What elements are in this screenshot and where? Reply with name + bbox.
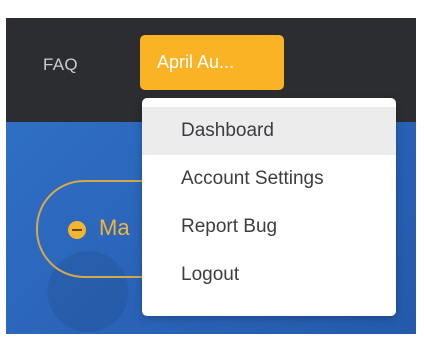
menu-item-logout[interactable]: Logout (142, 251, 396, 299)
menu-item-report-bug[interactable]: Report Bug (142, 203, 396, 251)
menu-item-dashboard[interactable]: Dashboard (142, 107, 396, 155)
user-menu-button[interactable]: April Au... (140, 35, 284, 90)
menu-item-account-settings[interactable]: Account Settings (142, 155, 396, 203)
hero-pill-label: Ma (99, 215, 130, 240)
user-dropdown-menu: Dashboard Account Settings Report Bug Lo… (142, 98, 396, 316)
chat-bubble-icon (68, 221, 86, 239)
nav-faq-link[interactable]: FAQ (43, 55, 78, 75)
app-frame: FAQ April Au... Ma Dashboard Account Set… (6, 18, 416, 334)
